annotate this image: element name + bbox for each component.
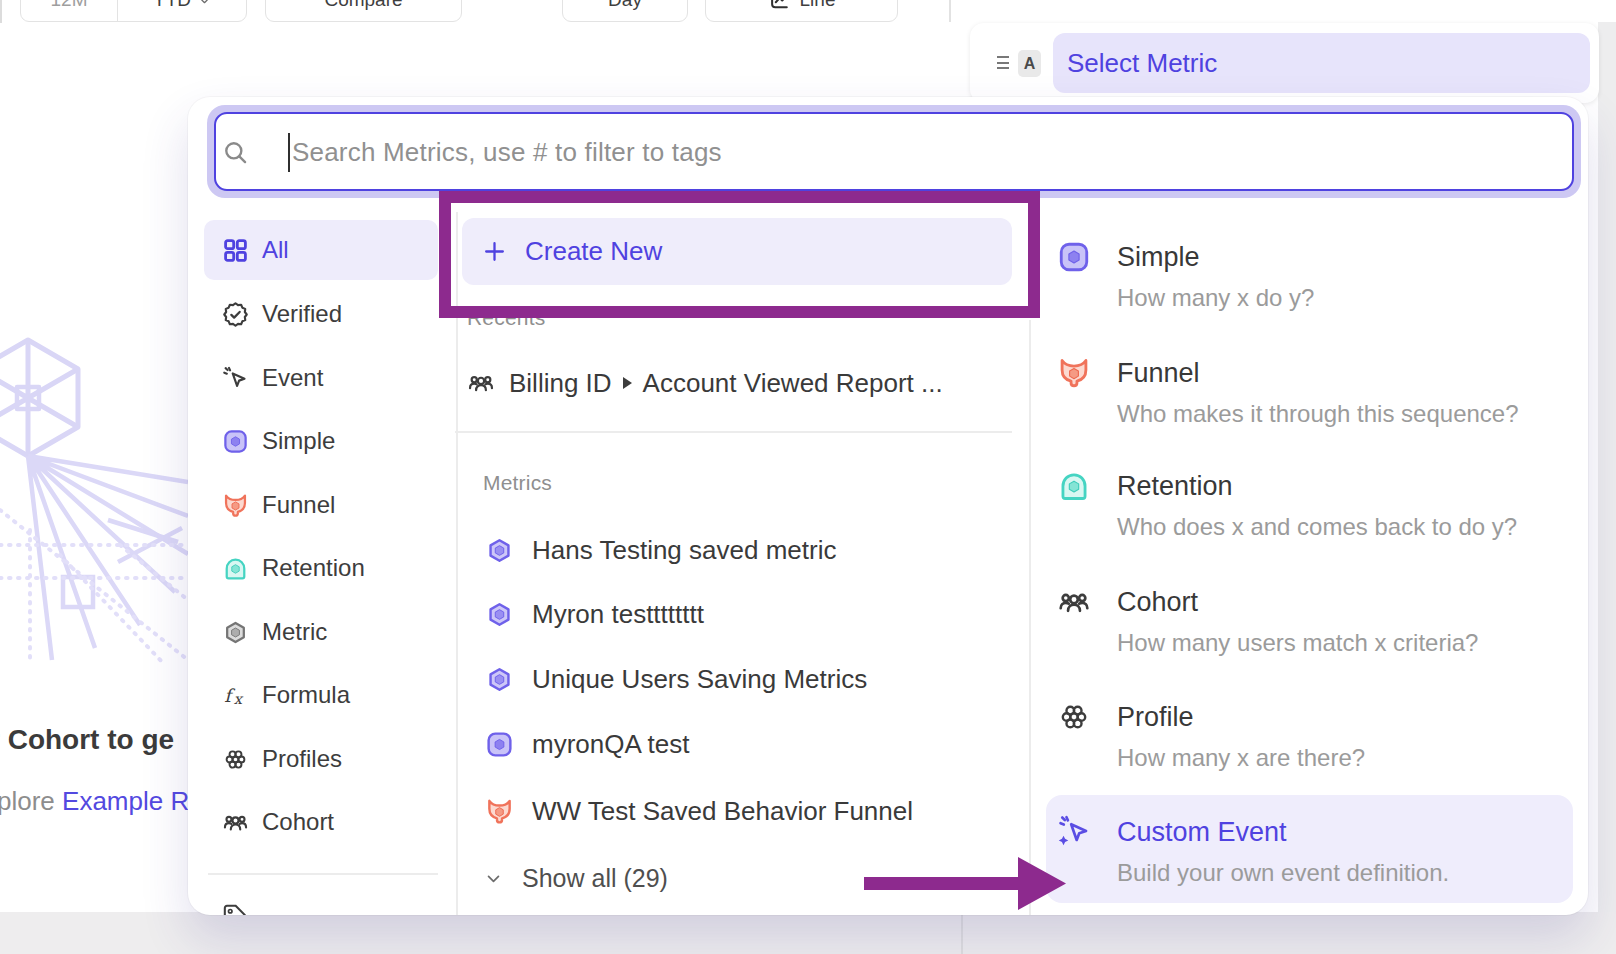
- sidebar-section-divider: [208, 873, 438, 875]
- interval-day-label: Day: [608, 0, 642, 11]
- date-range-button-group[interactable]: 12M YTD: [20, 0, 247, 22]
- type-cohort[interactable]: CohortHow many users match x criteria?: [1057, 585, 1478, 660]
- type-funnel[interactable]: FunnelWho makes it through this sequence…: [1057, 356, 1519, 431]
- annotation-box: [439, 191, 1040, 318]
- simple-metric-icon: [1057, 240, 1091, 274]
- show-all-toggle[interactable]: Show all (29): [485, 854, 668, 902]
- drag-handle-icon[interactable]: [997, 56, 1009, 73]
- compare-button[interactable]: Compare: [265, 0, 462, 22]
- chevron-down-icon: [198, 0, 211, 7]
- chevron-down-icon: [485, 870, 502, 887]
- layout-divider-bottom: [961, 912, 963, 954]
- metric-list-item[interactable]: myronQA test: [485, 720, 690, 768]
- chart-type-label: Line: [800, 0, 836, 11]
- type-profile[interactable]: ProfileHow many x are there?: [1057, 700, 1365, 775]
- interval-day-button[interactable]: Day: [562, 0, 688, 22]
- metric-list-item[interactable]: Hans Testing saved metric: [485, 526, 836, 574]
- funnel-icon: [222, 492, 249, 519]
- grid-icon: [222, 237, 249, 264]
- tag-icon: [222, 903, 248, 915]
- metric-list-item[interactable]: WW Test Saved Behavior Funnel: [485, 787, 913, 835]
- page-gutter-bottom: [0, 912, 1616, 954]
- range-ytd-button[interactable]: YTD: [118, 0, 246, 21]
- empty-state-headline-fragment: r Cohort to ge: [0, 724, 174, 756]
- text-cursor: [288, 133, 290, 172]
- select-metric-label: Select Metric: [1067, 48, 1217, 79]
- metrics-heading: Metrics: [483, 471, 552, 495]
- saved-metric-icon: [485, 536, 514, 565]
- saved-metric-icon: [485, 600, 514, 629]
- range-ytd-label: YTD: [153, 0, 191, 11]
- empty-state-illustration: [0, 330, 188, 670]
- metric-list-item[interactable]: Unique Users Saving Metrics: [485, 655, 867, 703]
- filter-event[interactable]: Event: [204, 354, 438, 402]
- recent-item-cohort-name: Billing ID: [509, 368, 612, 399]
- cohort-icon: [467, 369, 495, 397]
- filter-tags[interactable]: [204, 903, 438, 915]
- filter-cohort[interactable]: Cohort: [204, 798, 438, 846]
- layout-divider-top: [949, 0, 951, 22]
- range-12m-label: 12M: [51, 0, 88, 11]
- saved-metric-icon: [485, 665, 514, 694]
- metric-hexagon-icon: [222, 619, 249, 646]
- example-reports-link[interactable]: Example R: [62, 786, 189, 816]
- retention-icon: [222, 555, 249, 582]
- filter-retention[interactable]: Retention: [204, 544, 438, 592]
- type-custom-event[interactable]: Custom EventBuild your own event definit…: [1057, 815, 1449, 890]
- profiles-icon: [1057, 700, 1091, 734]
- formula-icon: [222, 682, 249, 709]
- filter-metric[interactable]: Metric: [204, 608, 438, 656]
- compare-label: Compare: [324, 0, 402, 11]
- filter-formula[interactable]: Formula: [204, 671, 438, 719]
- cohort-icon: [222, 809, 249, 836]
- funnel-icon: [1057, 356, 1091, 390]
- empty-state-explore-text: xplore Example R: [0, 786, 189, 817]
- filter-funnel[interactable]: Funnel: [204, 481, 438, 529]
- chart-type-line-button[interactable]: Line: [705, 0, 898, 22]
- simple-metric-icon: [222, 428, 249, 455]
- filter-profiles[interactable]: Profiles: [204, 735, 438, 783]
- filter-all[interactable]: All: [204, 220, 438, 280]
- recent-item-event-name: Account Viewed Report ...: [643, 368, 943, 399]
- event-cursor-icon: [222, 365, 249, 392]
- retention-icon: [1057, 469, 1091, 503]
- explore-prefix: xplore: [0, 786, 55, 816]
- funnel-icon: [485, 797, 514, 826]
- line-chart-icon: [768, 0, 790, 11]
- annotation-arrow: [858, 849, 1070, 917]
- profiles-icon: [222, 746, 249, 773]
- type-simple[interactable]: SimpleHow many x do y?: [1057, 240, 1314, 315]
- verified-badge-icon: [222, 301, 249, 328]
- filter-simple[interactable]: Simple: [204, 417, 438, 465]
- recent-metric-item[interactable]: Billing ID Account Viewed Report ...: [467, 359, 943, 407]
- metric-row-letter-badge: A: [1018, 50, 1041, 77]
- breadcrumb-arrow-icon: [623, 377, 632, 389]
- columns-divider: [1029, 320, 1031, 915]
- recents-divider: [455, 431, 1012, 433]
- search-input[interactable]: [292, 130, 1492, 174]
- custom-event-icon: [1057, 815, 1091, 849]
- type-retention[interactable]: RetentionWho does x and comes back to do…: [1057, 469, 1517, 544]
- select-metric-field[interactable]: Select Metric: [1053, 33, 1590, 93]
- page-gutter-right: [1598, 22, 1616, 954]
- layout-edge-left: [0, 0, 2, 23]
- range-12m-button[interactable]: 12M: [21, 0, 118, 21]
- filter-verified[interactable]: Verified: [204, 290, 438, 338]
- metric-list-item[interactable]: Myron testttttttt: [485, 590, 704, 638]
- simple-metric-icon: [485, 730, 514, 759]
- cohort-icon: [1057, 585, 1091, 619]
- search-icon: [222, 139, 249, 166]
